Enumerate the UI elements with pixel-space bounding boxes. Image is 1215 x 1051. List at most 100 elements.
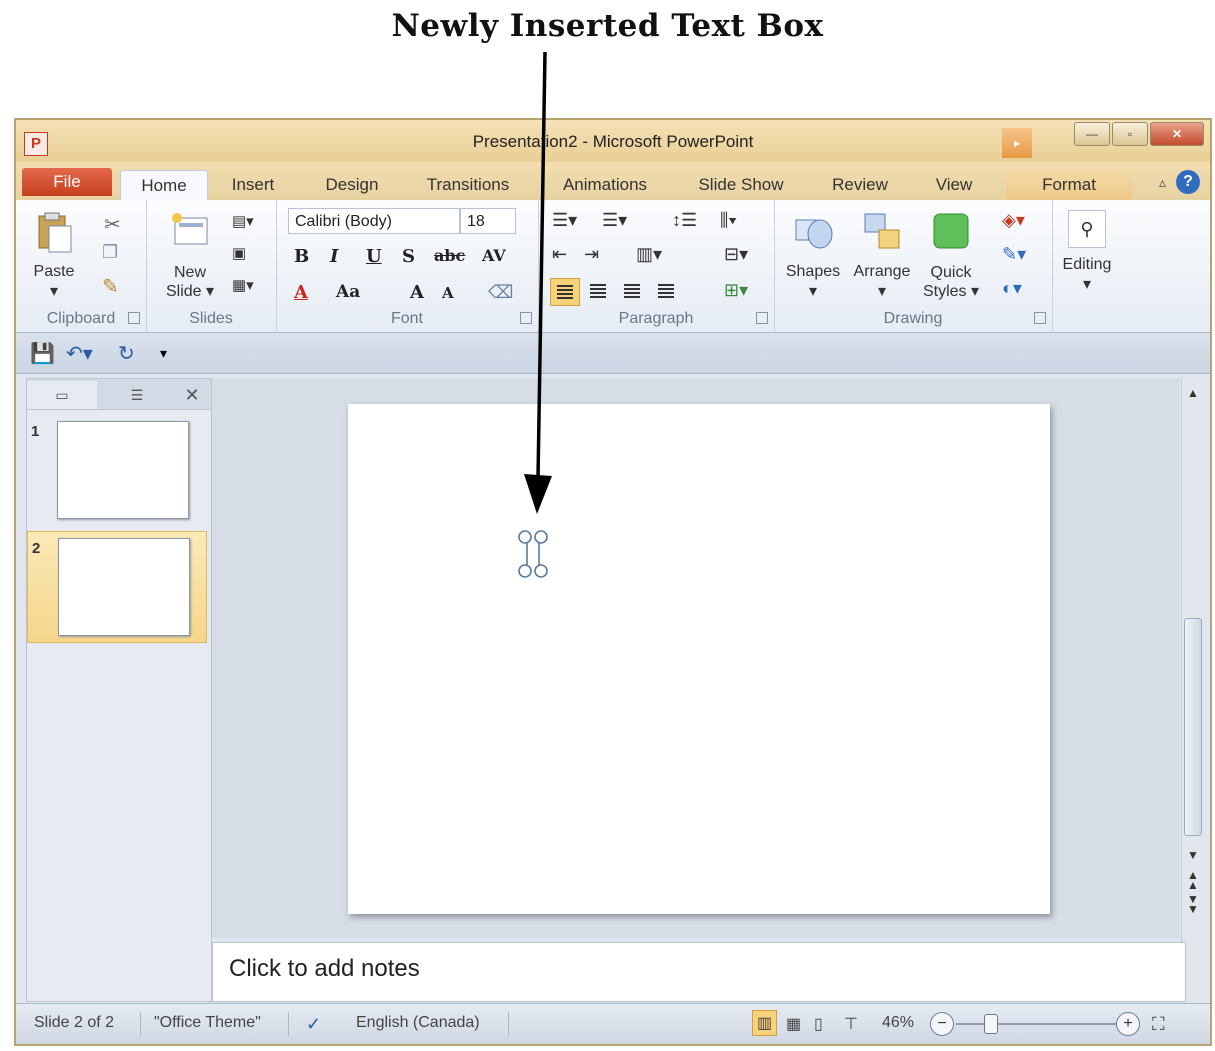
bold-button[interactable]: B: [294, 246, 309, 267]
next-slide-icon[interactable]: ▼ ▼: [1182, 893, 1204, 915]
grow-font-button[interactable]: A: [410, 282, 424, 303]
thumbnail-preview: [57, 421, 189, 519]
underline-button[interactable]: U: [366, 246, 382, 267]
tab-animations[interactable]: Animations: [546, 170, 664, 200]
tab-design[interactable]: Design: [312, 170, 392, 200]
zoom-in-icon[interactable]: +: [1116, 1012, 1140, 1036]
font-name-combo[interactable]: Calibri (Body): [288, 208, 460, 234]
change-case-button[interactable]: Aa: [336, 282, 360, 302]
shrink-font-button[interactable]: A: [442, 284, 454, 302]
columns-icon[interactable]: ▥▾: [636, 244, 662, 265]
clear-formatting-icon[interactable]: ⌫: [488, 282, 513, 303]
notes-placeholder: Click to add notes: [229, 955, 420, 982]
previous-slide-icon[interactable]: ▲ ▲: [1182, 869, 1204, 891]
align-left-button[interactable]: [550, 278, 580, 306]
quick-styles-button[interactable]: Quick Styles ▾: [918, 210, 984, 301]
reading-view-icon[interactable]: ▯: [814, 1014, 823, 1034]
zoom-slider[interactable]: [956, 1023, 1116, 1025]
minimize-button[interactable]: —: [1074, 122, 1110, 146]
customize-qat-icon[interactable]: ▾: [160, 345, 167, 362]
slide-show-icon[interactable]: ⊤: [844, 1014, 858, 1034]
copy-icon[interactable]: ❐: [102, 242, 118, 263]
notes-pane[interactable]: Click to add notes: [212, 942, 1186, 1002]
tab-insert[interactable]: Insert: [216, 170, 290, 200]
language-status[interactable]: English (Canada): [356, 1014, 480, 1032]
font-color-button[interactable]: A: [294, 282, 308, 303]
strikethrough-button[interactable]: abc: [434, 246, 465, 265]
spelling-check-icon[interactable]: ✓: [306, 1014, 321, 1035]
ribbon-tabs: File Home Insert Design Transitions Anim…: [16, 162, 1210, 201]
bullets-icon[interactable]: ☰▾: [552, 210, 577, 231]
normal-view-icon[interactable]: ▥: [752, 1010, 778, 1036]
zoom-out-icon[interactable]: −: [930, 1012, 954, 1036]
justify-button[interactable]: [652, 278, 682, 306]
help-icon[interactable]: ?: [1176, 170, 1200, 194]
maximize-button[interactable]: ▫: [1112, 122, 1148, 146]
zoom-level[interactable]: 46%: [882, 1014, 914, 1032]
cut-icon[interactable]: ✂: [104, 212, 121, 237]
paragraph-launcher-icon[interactable]: [756, 312, 768, 324]
close-button[interactable]: ✕: [1150, 122, 1204, 146]
tab-view[interactable]: View: [922, 170, 986, 200]
section-icon[interactable]: ▦▾: [232, 276, 254, 294]
shape-fill-icon[interactable]: ◈▾: [1002, 210, 1025, 231]
character-spacing-button[interactable]: AV: [482, 246, 506, 265]
text-shadow-button[interactable]: S: [402, 246, 415, 267]
slide-canvas[interactable]: [348, 404, 1050, 914]
align-text-icon[interactable]: ⊟▾: [724, 244, 748, 265]
new-slide-icon: [172, 213, 208, 245]
tab-transitions[interactable]: Transitions: [412, 170, 524, 200]
italic-button[interactable]: I: [330, 246, 338, 267]
slide-thumbnail-2[interactable]: 2: [27, 531, 207, 643]
smartart-icon[interactable]: ⊞▾: [724, 280, 748, 301]
vertical-scrollbar[interactable]: ▲ ▼ ▲ ▲ ▼ ▼: [1181, 378, 1204, 1000]
clipboard-launcher-icon[interactable]: [128, 312, 140, 324]
theme-status[interactable]: "Office Theme": [154, 1014, 261, 1032]
close-pane-icon[interactable]: ✕: [177, 381, 207, 409]
scroll-thumb[interactable]: [1184, 618, 1202, 836]
font-group-label: Font: [390, 310, 423, 327]
align-center-button[interactable]: [584, 278, 614, 306]
tab-slides-thumbnails[interactable]: ▭: [27, 381, 97, 409]
reset-icon[interactable]: ▣: [232, 244, 246, 262]
font-size-combo[interactable]: 18: [460, 208, 516, 234]
text-direction-icon[interactable]: ⫼▾: [720, 210, 737, 231]
slides-pane: ▭ ☰ ✕ 1 2: [26, 378, 212, 1002]
drawing-tools-icon: ▸: [1002, 128, 1032, 158]
new-slide-button[interactable]: New Slide ▾: [160, 210, 220, 301]
paste-button[interactable]: Paste ▾: [24, 210, 84, 301]
tab-format[interactable]: Format: [1006, 170, 1132, 200]
fit-to-window-icon[interactable]: ⛶: [1152, 1014, 1165, 1035]
slide-sorter-icon[interactable]: ▦: [786, 1014, 801, 1034]
shapes-button[interactable]: Shapes ▾: [780, 210, 846, 301]
line-spacing-icon[interactable]: ↕☰: [672, 210, 697, 231]
save-icon[interactable]: 💾: [30, 341, 55, 366]
editing-button[interactable]: ⚲ Editing ▾: [1054, 210, 1120, 294]
slide-thumbnail-1[interactable]: 1: [27, 419, 205, 523]
text-box-handles-icon[interactable]: [516, 530, 550, 578]
tab-file[interactable]: File: [22, 168, 112, 196]
layout-icon[interactable]: ▤▾: [232, 212, 254, 230]
drawing-launcher-icon[interactable]: [1034, 312, 1046, 324]
tab-review[interactable]: Review: [820, 170, 900, 200]
scroll-down-icon[interactable]: ▼: [1182, 848, 1204, 862]
minimize-ribbon-icon[interactable]: ▵: [1159, 174, 1166, 191]
shape-outline-icon[interactable]: ✎▾: [1002, 244, 1026, 265]
font-launcher-icon[interactable]: [520, 312, 532, 324]
numbering-icon[interactable]: ☰▾: [602, 210, 627, 231]
redo-icon[interactable]: ↻: [118, 341, 135, 366]
tab-outline[interactable]: ☰: [99, 381, 175, 409]
thumbnail-number: 1: [31, 423, 40, 440]
scroll-up-icon[interactable]: ▲: [1182, 386, 1204, 400]
group-paragraph: ☰▾ ☰▾ ↕☰ ⫼▾ ⇤ ⇥ ▥▾ ⊟▾ ⊞▾ Paragraph: [538, 200, 775, 332]
shape-effects-icon[interactable]: ◐▾: [1002, 278, 1022, 299]
format-painter-icon[interactable]: ✎: [102, 274, 119, 299]
tab-home[interactable]: Home: [120, 170, 208, 201]
tab-slide-show[interactable]: Slide Show: [686, 170, 796, 200]
align-right-button[interactable]: [618, 278, 648, 306]
increase-indent-icon[interactable]: ⇥: [584, 244, 599, 265]
undo-icon[interactable]: ↶▾: [66, 341, 93, 366]
zoom-slider-knob[interactable]: [984, 1014, 998, 1034]
decrease-indent-icon[interactable]: ⇤: [552, 244, 567, 265]
arrange-button[interactable]: Arrange ▾: [846, 210, 918, 301]
